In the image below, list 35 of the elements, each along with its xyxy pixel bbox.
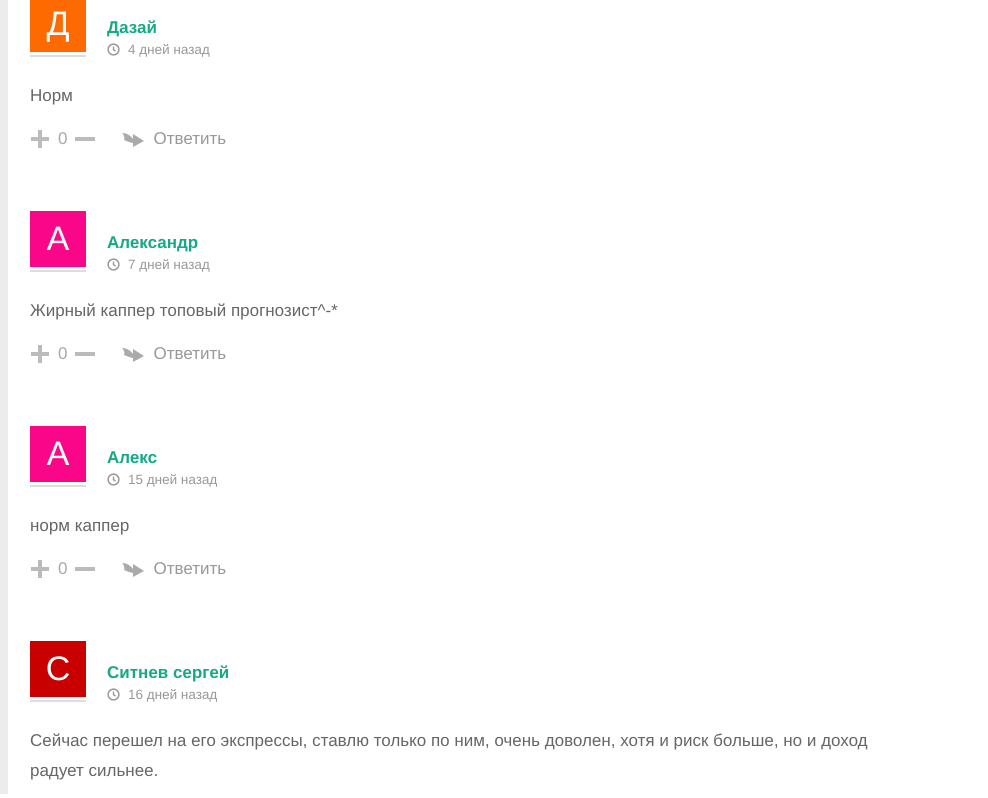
comment-time: 7 дней назад [128, 257, 210, 272]
author-name[interactable]: Дазай [107, 18, 210, 38]
avatar-letter: А [30, 211, 86, 267]
clock-icon [107, 43, 120, 56]
comment-time: 16 дней назад [128, 687, 218, 702]
plus-icon[interactable] [30, 559, 50, 579]
clock-icon [107, 473, 120, 486]
author-name[interactable]: Александр [107, 233, 210, 253]
reply-button[interactable]: Ответить [121, 559, 226, 579]
minus-icon[interactable] [75, 567, 96, 571]
plus-icon[interactable] [30, 344, 50, 364]
comment-text: Сейчас перешел на его экспрессы, ставлю только по ним, очень доволен, хотя и риск больше, но и доход радует сильнее. [30, 730, 869, 782]
minus-icon[interactable] [75, 352, 96, 356]
vote-count: 0 [58, 559, 68, 579]
author-name[interactable]: Ситнев сергей [107, 663, 230, 683]
avatar-letter: А [30, 426, 86, 482]
avatar-letter: С [30, 641, 86, 697]
clock-icon [107, 258, 120, 271]
comment-text: норм каппер [30, 515, 130, 537]
reply-arrow-icon [121, 560, 146, 578]
author-name[interactable]: Алекс [107, 448, 218, 468]
reply-button[interactable]: Ответить [121, 344, 226, 364]
minus-icon[interactable] [75, 137, 96, 141]
comment-text: Норм [30, 85, 74, 107]
comment-text: Жирный каппер топовый прогнозист^-* [30, 300, 339, 322]
comment-time: 15 дней назад [128, 472, 218, 487]
plus-icon[interactable] [30, 129, 50, 149]
vote-count: 0 [58, 129, 68, 149]
reply-arrow-icon [121, 345, 146, 363]
vote-count: 0 [58, 344, 68, 364]
avatar-letter: Д [30, 0, 86, 52]
reply-arrow-icon [121, 130, 146, 148]
comment-time: 4 дней назад [128, 42, 210, 57]
clock-icon [107, 688, 120, 701]
reply-button[interactable]: Ответить [121, 129, 226, 149]
